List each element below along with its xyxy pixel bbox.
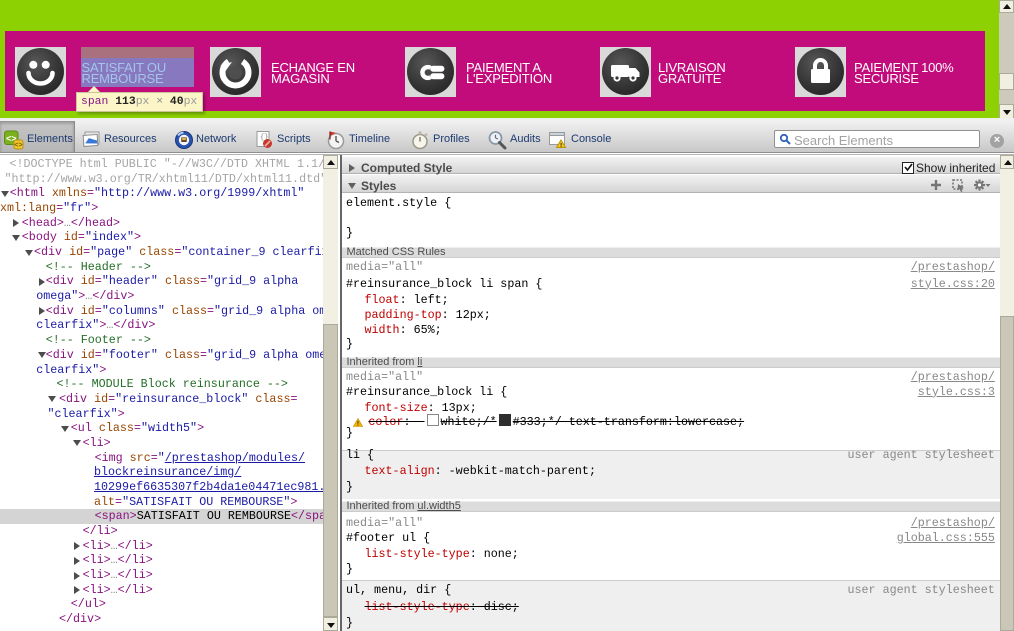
svg-text:<>: <> [14,142,22,149]
